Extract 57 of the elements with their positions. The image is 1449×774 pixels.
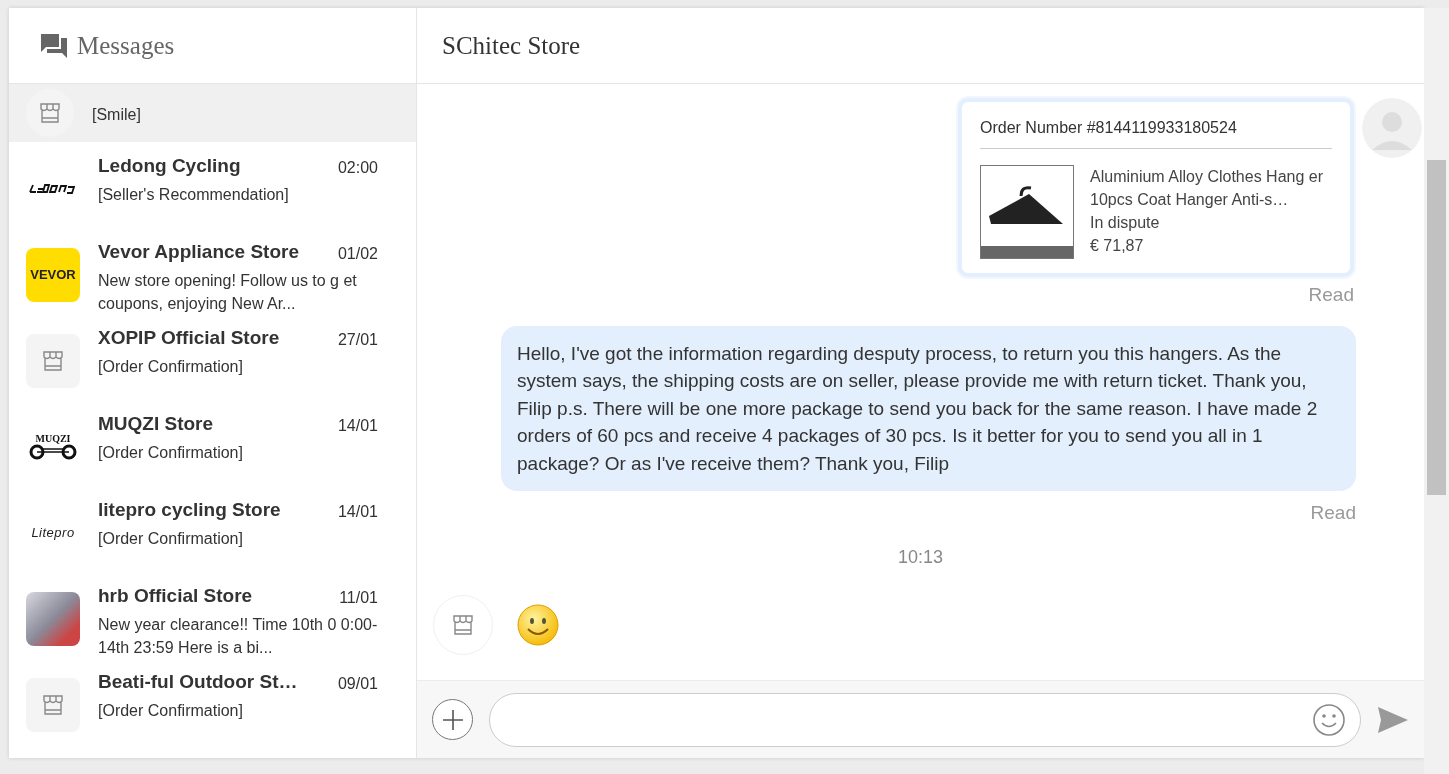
message-time: 14/01 — [337, 502, 378, 522]
message-preview: New year clearance!! Time 10th 0 0:00-14th 23:59 Here is a bi... — [98, 614, 378, 658]
conversation-item[interactable]: XOPIP Official Store 27/01 [Order Confirmation] — [9, 314, 416, 400]
store-avatar — [26, 334, 80, 388]
emoji-icon[interactable] — [1312, 702, 1346, 737]
message-preview: [Order Confirmation] — [98, 442, 244, 463]
vevor-logo: VEVOR — [26, 248, 80, 302]
message-time: 27/01 — [337, 330, 378, 350]
sidebar-title: Messages — [77, 30, 175, 61]
message-preview: [Order Confirmation] — [98, 700, 244, 721]
muqzi-logo: MUQZI — [26, 420, 80, 474]
conversation-item[interactable]: Beati-ful Outdoor St… 09/01 [Order Confirmation] — [9, 658, 416, 744]
conversation-item[interactable]: VEVOR Vevor Appliance Store 01/02 New store opening! Follow us to g et coupons, enjoying New Ar... — [9, 228, 416, 314]
conversation-item[interactable]: MUQZI MUQZI Store 14/01 [Order Confirmation] — [9, 400, 416, 486]
litepro-logo: Litepro — [30, 524, 76, 543]
photo-placeholder — [26, 592, 80, 646]
scrollbar[interactable] — [1424, 8, 1449, 774]
conversation-item[interactable]: Litepro litepro cycling Store 14/01 [Order Confirmation] — [9, 486, 416, 572]
store-name: hrb Official Store — [98, 584, 253, 608]
read-receipt: Read — [1308, 283, 1354, 307]
read-receipt: Read — [1310, 501, 1356, 525]
message-bubble: Hello, I've got the information regarding desputy process, to return you this hangers. As the system says, the shipping costs are on seller, please provide me with return ticket. Thank you, Filip p.s. There will be one more package to send you back for the same reason. I have made 2 orders of 60 pcs and receive 4 packages of 30 pcs. Is it better for you to send you all in 1 package? Or as I've receive them? Thank you, Filip — [501, 325, 1356, 491]
message-preview: [Order Confirmation] — [98, 528, 244, 549]
smiley-emoji-icon — [517, 603, 559, 646]
message-preview: New store opening! Follow us to g et coupons, enjoying New Ar... — [98, 270, 358, 314]
user-avatar — [1362, 98, 1422, 158]
store-name: Ledong Cycling — [98, 154, 241, 178]
message-input[interactable] — [489, 692, 1361, 747]
send-icon[interactable] — [1377, 705, 1409, 734]
message-preview: [Smile] — [92, 104, 142, 125]
order-status: In dispute — [1090, 213, 1161, 233]
store-name: litepro cycling Store — [98, 498, 281, 522]
product-title: Aluminium Alloy Clothes Hang er 10pcs Coat Hanger Anti-s… — [1090, 167, 1324, 210]
message-timestamp: 10:13 — [897, 545, 943, 569]
message-preview: [Seller's Recommendation] — [98, 184, 290, 205]
order-number: Order Number #8144119933180524 — [980, 116, 1332, 149]
message-time: 14/01 — [337, 416, 378, 436]
store-name: MUQZI Store — [98, 412, 214, 436]
plus-icon — [441, 708, 464, 731]
store-name: Vevor Appliance Store — [98, 240, 299, 264]
store-name: XOPIP Official Store — [98, 326, 280, 350]
message-time: 02:00 — [337, 158, 378, 178]
message-time: 09/01 — [337, 674, 378, 694]
chat-title: SChitec Store — [442, 30, 581, 61]
message-time: 01/02 — [337, 244, 378, 264]
store-avatar — [26, 678, 80, 732]
conversation-item[interactable]: Ledong Cycling 02:00 [Seller's Recommendation] — [9, 142, 416, 228]
message-preview: [Order Confirmation] — [98, 356, 244, 377]
store-name: Beati-ful Outdoor St… — [98, 670, 298, 694]
ledong-logo-icon — [28, 184, 78, 194]
conversation-item[interactable]: hrb Official Store 11/01 New year clearance!! Time 10th 0 0:00-14th 23:59 Here is a bi... — [9, 572, 416, 658]
chat-bubbles-icon — [39, 31, 69, 60]
product-price: € 71,87 — [1090, 236, 1145, 256]
conversation-item[interactable]: [Smile] — [9, 84, 416, 142]
message-time: 11/01 — [339, 588, 378, 608]
scrollbar-thumb[interactable] — [1427, 160, 1446, 495]
add-button[interactable] — [432, 699, 473, 740]
